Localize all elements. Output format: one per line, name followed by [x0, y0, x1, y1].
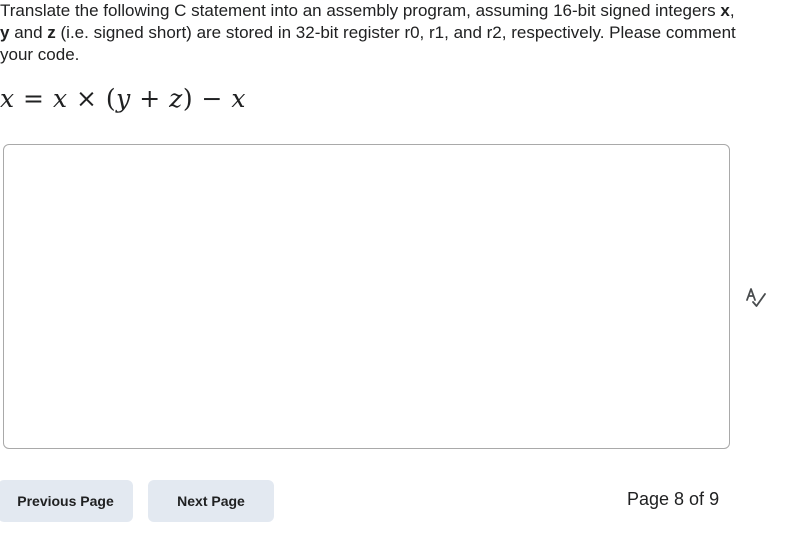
next-page-button[interactable]: Next Page	[148, 480, 274, 522]
formula-term: z	[169, 84, 183, 113]
question-separator: ,	[729, 1, 735, 20]
c-statement-formula: x = x × (y + z) − x	[0, 84, 246, 113]
formula-paren: (	[105, 84, 117, 113]
question-text-part: (i.e. signed short) are stored in 32-bit…	[0, 23, 736, 64]
spellcheck-icon[interactable]	[744, 287, 768, 309]
answer-textarea[interactable]	[3, 144, 730, 449]
formula-operator: +	[130, 84, 170, 113]
variable-z: z	[47, 23, 56, 42]
formula-term: x	[231, 84, 247, 113]
previous-page-button[interactable]: Previous Page	[0, 480, 133, 522]
question-separator: and	[9, 23, 48, 42]
question-text: Translate the following C statement into…	[0, 0, 740, 66]
spellcheck-icon-graphic	[746, 288, 766, 307]
formula-term: y	[116, 84, 131, 113]
variable-x: x	[720, 1, 730, 20]
formula-paren: )	[182, 84, 194, 113]
question-text-part: Translate the following C statement into…	[0, 1, 721, 20]
formula-operator: ×	[67, 84, 106, 113]
formula-operator: −	[193, 84, 232, 113]
page-indicator: Page 8 of 9	[627, 489, 720, 509]
formula-term: x	[0, 84, 15, 113]
formula-term: x	[52, 84, 68, 113]
formula-operator: =	[14, 84, 53, 113]
